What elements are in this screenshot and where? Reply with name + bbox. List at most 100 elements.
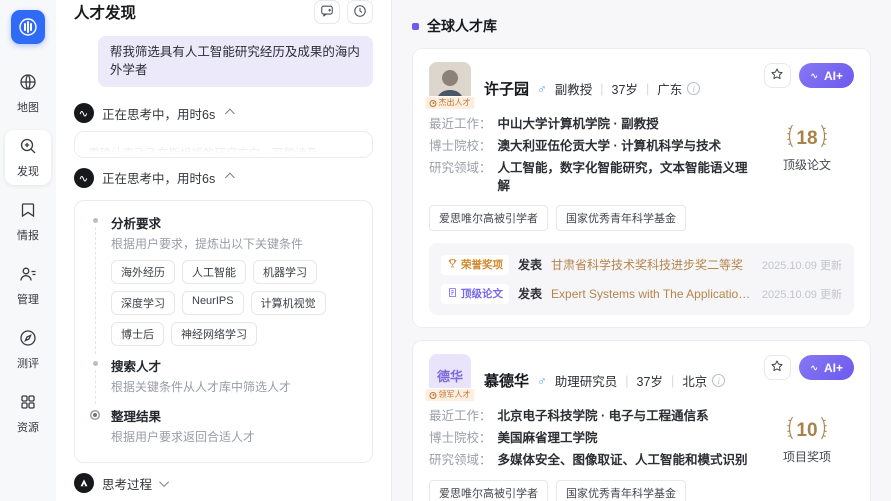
phd-school-label: 博士院校：: [429, 138, 492, 156]
ai-plus-label: AI+: [824, 361, 843, 375]
chat-panel: 人才发现 帮我筛选具有人工智能研究经历及成果的海内外学者 正在思考中，用时6s …: [56, 0, 392, 501]
medal-icon: [430, 100, 437, 107]
stat-value: 18: [796, 128, 817, 150]
info-icon[interactable]: i: [712, 374, 725, 387]
sidebar-item-label: 情报: [17, 227, 39, 243]
sidebar-item-label: 测评: [17, 355, 39, 371]
person-age: 37岁: [637, 371, 663, 390]
thinking-status-2[interactable]: 正在思考中，用时6s: [74, 168, 373, 188]
compass-icon: [19, 329, 37, 352]
new-chat-button[interactable]: [314, 0, 340, 24]
research-row: 研究领域： 人工智能，数字化智能研究，文本智能语义理解: [429, 160, 754, 195]
ai-plus-button[interactable]: AI+: [799, 355, 854, 380]
star-icon: [770, 359, 784, 376]
keyword-tag: 海外经历: [111, 260, 175, 284]
favorite-button[interactable]: [764, 355, 791, 380]
chat-plus-icon: [320, 4, 334, 21]
phd-school-value: 美国麻省理工学院: [498, 430, 598, 448]
update-action: 发表: [518, 256, 542, 273]
thought-box: 需确认李飞飞在斯坦福的研究方向，可能涉及 CVPR/TPAMI 论文，需搜索项目…: [74, 131, 373, 158]
person-location: 广东: [657, 79, 682, 98]
stat-label: 项目奖项: [762, 448, 852, 465]
sidebar-item-label: 发现: [17, 163, 39, 179]
talent-level-badge: 领军人才: [425, 388, 476, 402]
sidebar-item-discover[interactable]: 发现: [5, 130, 51, 185]
sidebar-item-label: 资源: [17, 419, 39, 435]
update-action: 发表: [518, 285, 542, 302]
update-row: 顶级论文 发表 Expert Systems with The Applicat…: [441, 279, 842, 308]
person-list-icon: [19, 265, 37, 288]
sidebar-item-intel[interactable]: 情报: [5, 194, 51, 249]
search-plus-icon: [19, 137, 37, 160]
talent-level-badge: 杰出人才: [425, 96, 476, 110]
top-paper-badge: 顶级论文: [441, 284, 509, 304]
square-bullet-icon: [412, 23, 419, 30]
phd-school-row: 博士院校： 美国麻省理工学院: [429, 430, 754, 448]
male-icon: ♂: [537, 373, 547, 388]
stat-value: 10: [796, 420, 817, 442]
update-badge-label: 荣誉奖项: [461, 257, 503, 272]
agent-avatar: [74, 473, 94, 493]
update-date: 2025.10.09 更新: [762, 286, 842, 302]
step-title: 搜索人才: [111, 356, 358, 375]
ai-plus-label: AI+: [824, 69, 843, 83]
stat-block: 10 项目奖项: [762, 416, 852, 465]
step-organize: 整理结果 根据用户要求返回合适人才: [89, 406, 358, 456]
talent-level-label: 领军人才: [439, 391, 471, 399]
honor-award-badge: 荣誉奖项: [441, 255, 509, 275]
step-title: 整理结果: [111, 406, 358, 425]
star-icon: [770, 67, 784, 84]
chevron-up-icon: [225, 108, 235, 118]
info-icon[interactable]: i: [687, 82, 700, 95]
grid-icon: [19, 393, 37, 416]
research-label: 研究领域：: [429, 160, 492, 195]
sidebar: 地图 发现 情报 管理 测评 资源: [0, 0, 56, 501]
medal-icon: [430, 392, 437, 399]
talent-pool-title: 全球人才库: [427, 16, 497, 36]
step-dot: [93, 361, 98, 366]
step-dot: [93, 218, 98, 223]
globe-icon: [19, 73, 37, 96]
recent-work-row: 最近工作： 北京电子科技学院 · 电子与工程通信系: [429, 408, 754, 426]
person-age: 37岁: [612, 79, 638, 98]
honor-tags: 爱思唯尔高被引学者 国家优秀青年科学基金: [429, 205, 854, 231]
history-button[interactable]: [347, 0, 373, 24]
thinking-status-1[interactable]: 正在思考中，用时6s: [74, 103, 373, 123]
update-link[interactable]: Expert Systems with The Applications new…: [551, 285, 753, 302]
step-title: 分析要求: [111, 213, 358, 232]
sidebar-item-map[interactable]: 地图: [5, 66, 51, 121]
sidebar-item-label: 地图: [17, 99, 39, 115]
recent-work-value: 北京电子科技学院 · 电子与工程通信系: [498, 408, 709, 426]
talent-panel: 全球人才库 AI+ 杰出人才: [392, 0, 891, 501]
trophy-icon: [447, 258, 458, 272]
person-name: 许子园: [484, 78, 529, 99]
assistant-avatar: [74, 168, 94, 188]
keyword-tag: 机器学习: [253, 260, 317, 284]
sidebar-item-assess[interactable]: 测评: [5, 322, 51, 377]
person-title: 副教授: [555, 79, 593, 98]
talent-card[interactable]: AI+ 德华 领军人才 慕德华 ♂ 助理研究员| 37岁|: [412, 340, 871, 501]
thinking-status-text: 正在思考中，用时6s: [102, 168, 215, 187]
phd-school-label: 博士院校：: [429, 430, 492, 448]
favorite-button[interactable]: [764, 63, 791, 88]
thought-process-toggle[interactable]: 思考过程: [74, 473, 373, 493]
research-label: 研究领域：: [429, 452, 492, 470]
honor-tag: 国家优秀青年科学基金: [556, 205, 686, 231]
talent-level-label: 杰出人才: [439, 99, 471, 107]
talent-card[interactable]: AI+ 杰出人才 许子园 ♂ 副教授|: [412, 48, 871, 328]
update-badge-label: 顶级论文: [461, 286, 503, 301]
app-logo-icon: [11, 10, 45, 44]
ai-plus-button[interactable]: AI+: [799, 63, 854, 88]
person-meta: 助理研究员| 37岁| 北京 i: [555, 371, 725, 390]
step-desc: 根据用户要求，提炼出以下关键条件: [111, 236, 358, 253]
sidebar-item-manage[interactable]: 管理: [5, 258, 51, 313]
research-value: 多媒体安全、图像取证、人工智能和模式识别: [498, 452, 748, 470]
sidebar-item-resources[interactable]: 资源: [5, 386, 51, 441]
recent-work-label: 最近工作：: [429, 408, 492, 426]
recent-work-row: 最近工作： 中山大学计算机学院 · 副教授: [429, 116, 754, 134]
assistant-avatar: [74, 103, 94, 123]
laurel-left-icon: [786, 124, 794, 153]
stat-label: 顶级论文: [762, 156, 852, 173]
update-link[interactable]: 甘肃省科学技术奖科技进步奖二等奖: [551, 256, 743, 273]
keyword-tag: 神经网络学习: [171, 322, 257, 346]
